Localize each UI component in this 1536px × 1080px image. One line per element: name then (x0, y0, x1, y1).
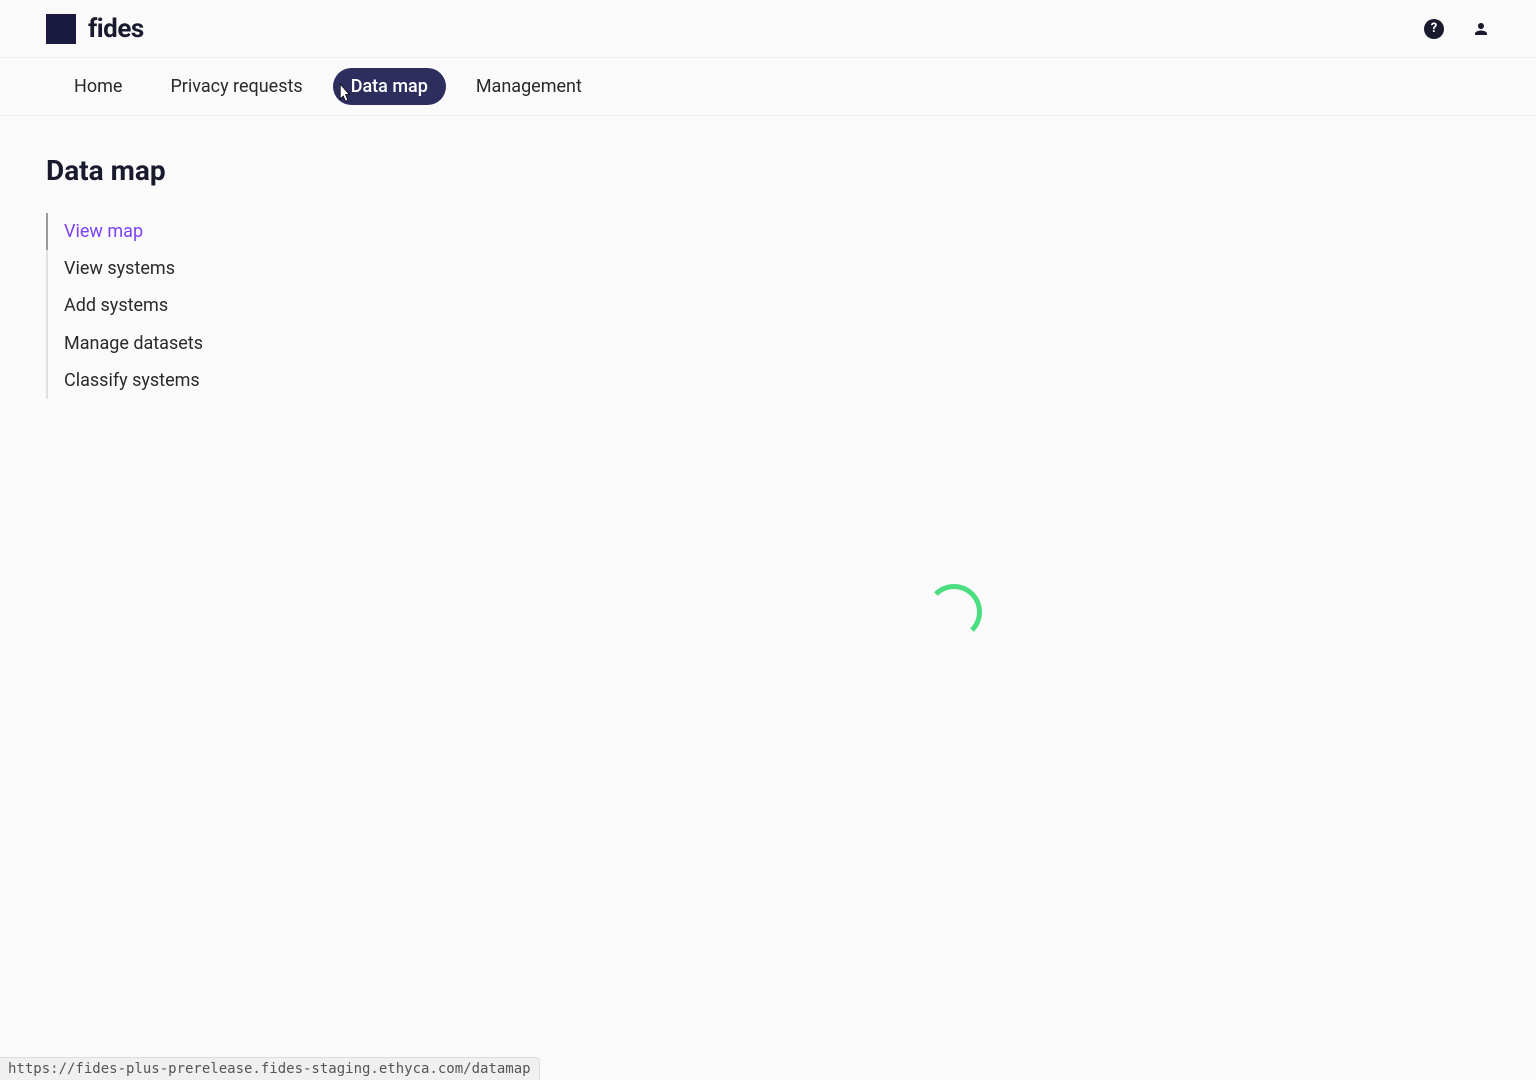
logo-text: fides (88, 14, 144, 44)
app-header: fides ? (0, 0, 1536, 58)
main-nav: Home Privacy requests Data map Managemen… (0, 58, 1536, 116)
page-title: Data map (46, 154, 286, 187)
logo[interactable]: fides (46, 14, 144, 44)
sidebar-item-view-systems[interactable]: View systems (48, 250, 286, 287)
sidebar-item-classify-systems[interactable]: Classify systems (48, 362, 286, 399)
help-icon[interactable]: ? (1424, 19, 1444, 39)
sidebar-item-manage-datasets[interactable]: Manage datasets (48, 325, 286, 362)
loading-spinner (926, 584, 982, 640)
logo-mark (46, 14, 76, 44)
sidebar-nav: View map View systems Add systems Manage… (46, 213, 286, 399)
nav-home[interactable]: Home (56, 68, 140, 105)
sidebar: Data map View map View systems Add syste… (46, 154, 286, 854)
content-area: Data map View map View systems Add syste… (0, 116, 1536, 892)
user-icon[interactable] (1472, 20, 1490, 38)
header-actions: ? (1424, 19, 1490, 39)
sidebar-item-view-map[interactable]: View map (48, 213, 286, 250)
nav-privacy-requests[interactable]: Privacy requests (152, 68, 320, 105)
sidebar-item-add-systems[interactable]: Add systems (48, 287, 286, 324)
status-bar-url: https://fides-plus-prerelease.fides-stag… (0, 1057, 540, 1080)
nav-management[interactable]: Management (458, 68, 600, 105)
nav-data-map[interactable]: Data map (333, 68, 446, 105)
main-content (286, 154, 1490, 854)
